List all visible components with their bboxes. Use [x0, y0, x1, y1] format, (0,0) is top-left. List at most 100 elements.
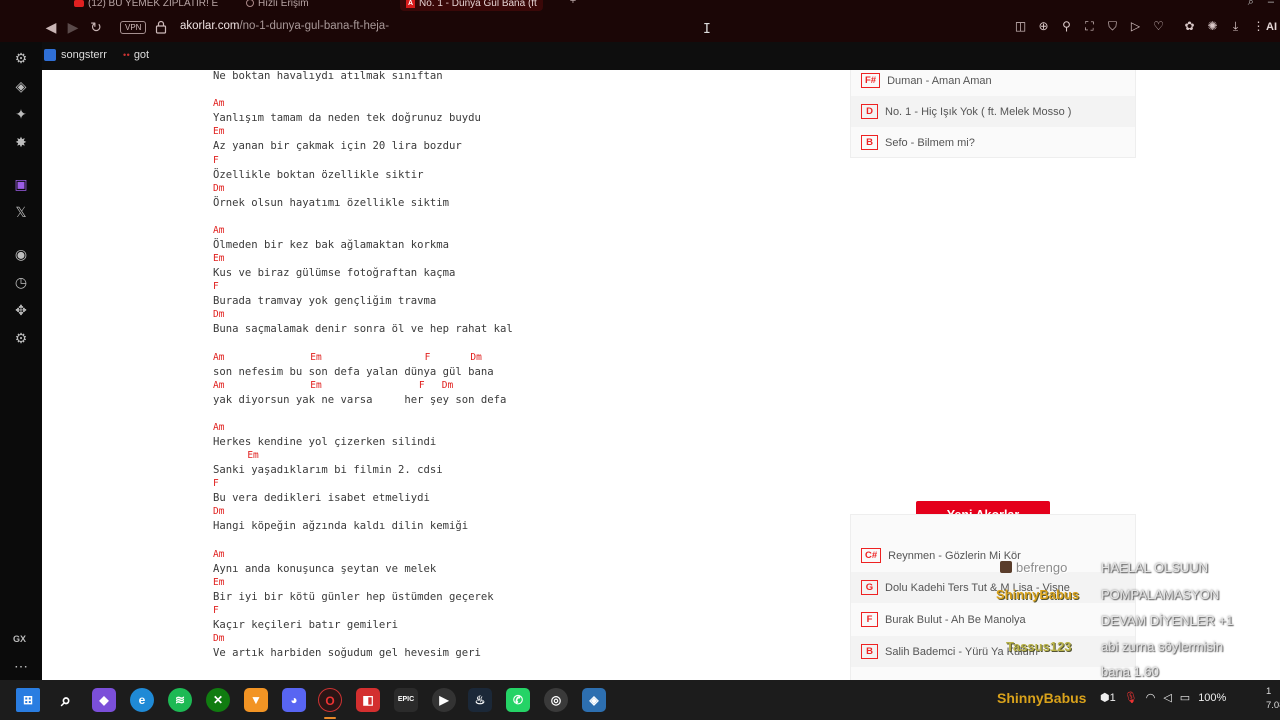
bookmark-label: got [133, 49, 150, 61]
browser-sidebar: ⚙ ◈ ✦ ✸ ▣ 𝕏 ◉ ◷ ✥ ⚙ GX ⋯ [0, 42, 42, 680]
search-tabs-icon[interactable]: ⌕ [1248, 0, 1254, 9]
chord-line: Am [213, 98, 225, 110]
new-chord-item[interactable]: G Dolu Kadehi Ters Tut & M Lisa - Vişne [851, 572, 1135, 603]
songsterr-icon [44, 49, 56, 61]
clock-time: 1 [1266, 686, 1272, 697]
crypto-wallet-icon[interactable]: ◈ [11, 76, 31, 96]
effects-icon[interactable]: ✺ [1204, 18, 1221, 35]
tab-label: (12) BU YEMEK ZIPLATIR! E [88, 0, 219, 9]
lyric-line: Ve artık harbiden soğudum gel hevesim ge… [213, 646, 481, 659]
related-song-item[interactable]: F# Duman - Aman Aman [851, 70, 1135, 96]
lyric-line: Yanlışım tamam da neden tek doğrunuz buy… [213, 112, 481, 125]
lyric-line: Bu vera dedikleri isabet etmeliydi [213, 492, 430, 505]
snapshot-icon[interactable]: ⛶ [1081, 18, 1098, 35]
chord-line: Dm [213, 309, 225, 321]
app-icon[interactable]: ◈ [582, 688, 606, 712]
new-chord-item[interactable]: F Burak Bulut - Ah Be Manolya [851, 604, 1135, 635]
heart-icon[interactable]: ♡ [1150, 18, 1167, 35]
key-badge: B [861, 135, 878, 150]
settings-icon[interactable]: ⚙ [11, 328, 31, 348]
brave-icon[interactable]: ▼ [244, 688, 268, 712]
chord-line: F [213, 478, 219, 490]
search-icon[interactable]: ⌕ [54, 688, 78, 712]
split-view-icon[interactable]: ◫ [1012, 18, 1029, 35]
tab-speed-dial[interactable]: Hızlı Erişim [240, 0, 315, 11]
extension-icon[interactable]: ✿ [1181, 18, 1198, 35]
chord-line: Dm [213, 182, 225, 194]
menu-dots-icon[interactable]: ⋮ [1250, 18, 1267, 35]
spotify-taskbar-icon[interactable]: ≋ [168, 688, 192, 712]
tray-app-icon[interactable]: ⬢1 [1100, 691, 1116, 704]
media-player-icon[interactable]: ▶ [432, 688, 456, 712]
clock-date: 7.08.2 [1266, 700, 1280, 711]
zoom-icon[interactable]: ⊕ [1035, 18, 1052, 35]
new-tab-button[interactable]: + [567, 0, 579, 8]
chord-line: Em [213, 126, 225, 138]
key-badge: C# [861, 548, 882, 563]
tab-akorlar[interactable]: A No. 1 - Dünya Gül Bana (ft [400, 0, 543, 11]
chat-message: abi zurna söylermisin [1101, 639, 1224, 654]
pin-icon[interactable]: ⚲ [1058, 18, 1075, 35]
more-icon[interactable]: ⋯ [11, 656, 31, 676]
player-icon[interactable]: ✦ [11, 104, 31, 124]
address-bar: ◀ ▶ ↻ VPN akorlar.com/no-1-dunya-gul-ban… [0, 12, 1280, 42]
twitch-icon[interactable]: ▣ [11, 174, 31, 194]
whatsapp-icon[interactable]: ✆ [506, 688, 530, 712]
wifi-icon[interactable]: ◠ [1146, 691, 1156, 704]
bookmarks-bar: songsterr • • got [0, 42, 1280, 70]
minimize-icon[interactable]: – [1268, 0, 1274, 9]
lyric-line: Az yanan bir çakmak için 20 lira bozdur [213, 140, 462, 153]
windows-start-icon[interactable]: ⊞ [16, 688, 40, 712]
microphone-icon[interactable]: 🎙 [1124, 691, 1138, 704]
url-field[interactable]: akorlar.com/no-1-dunya-gul-bana-ft-heja- [180, 20, 389, 32]
back-icon[interactable]: ◀ [42, 18, 60, 36]
lyric-line: Aynı anda konuşunca şeytan ve melek [213, 562, 437, 575]
send-icon[interactable]: ▷ [1127, 18, 1144, 35]
bookmark-songsterr[interactable]: songsterr [44, 49, 107, 61]
tab-label: Hızlı Erişim [258, 0, 309, 9]
key-badge: B [861, 644, 878, 659]
opera-gx-icon[interactable]: O [318, 688, 342, 712]
new-chord-item[interactable]: B Salih Bademci - Yürü Ya Kulum [851, 636, 1135, 667]
bookmark-got[interactable]: • • got [123, 49, 149, 61]
anydesk-icon[interactable]: ◧ [356, 688, 380, 712]
chat-badge-icon [1000, 561, 1012, 573]
key-badge: F [861, 612, 878, 627]
x-icon[interactable]: 𝕏 [11, 202, 31, 222]
download-icon[interactable]: ⤓ [1227, 18, 1244, 35]
shield-icon[interactable]: ⛉ [1104, 18, 1121, 35]
obs-icon[interactable]: ◎ [544, 688, 568, 712]
edge-icon[interactable]: e [130, 688, 154, 712]
steam-icon[interactable]: ♨ [468, 688, 492, 712]
related-song-item[interactable]: D No. 1 - Hiç Işık Yok ( ft. Melek Mosso… [851, 96, 1135, 127]
epic-games-icon[interactable]: EPIC [394, 688, 418, 712]
volume-icon[interactable]: ◁ [1163, 691, 1171, 704]
youtube-icon [74, 0, 84, 7]
chord-line: Am [213, 224, 225, 236]
key-badge: G [861, 580, 878, 595]
chord-line: Em [213, 450, 259, 461]
xbox-icon[interactable]: ✕ [206, 688, 230, 712]
clock[interactable]: 1 7.08.2 [1266, 685, 1280, 713]
tab-youtube[interactable]: (12) BU YEMEK ZIPLATIR! E [68, 0, 224, 11]
copilot-icon[interactable]: ◆ [92, 688, 116, 712]
extensions-icon[interactable]: ✥ [11, 300, 31, 320]
related-songs-box: F# Duman - Aman Aman D No. 1 - Hiç Işık … [850, 70, 1136, 158]
aria-icon[interactable]: ⚙ [11, 48, 31, 68]
chat-message: HAELAL OLSUUN [1101, 560, 1209, 575]
battery-icon[interactable]: ▭ [1180, 691, 1190, 704]
history-icon[interactable]: ◷ [11, 272, 31, 292]
chat-user-tassus: Tassus123 [1006, 639, 1072, 654]
gx-corner-icon[interactable]: ✸ [11, 132, 31, 152]
vpn-badge[interactable]: VPN [120, 21, 147, 34]
discord-icon[interactable]: ◕ [282, 688, 306, 712]
ai-button[interactable]: AI [1266, 21, 1277, 33]
battery-level: 100% [1198, 691, 1227, 704]
related-song-item[interactable]: B Sefo - Bilmem mi? [851, 127, 1135, 158]
spotify-icon[interactable]: ◉ [11, 244, 31, 264]
reload-icon[interactable]: ↻ [87, 18, 105, 36]
new-chord-item[interactable]: C# Reynmen - Gözlerin Mi Kör [851, 540, 1135, 571]
forward-icon[interactable]: ▶ [64, 18, 82, 36]
gx-label: GX [13, 634, 27, 644]
new-chords-box: C# Reynmen - Gözlerin Mi Kör G Dolu Kade… [850, 514, 1136, 680]
